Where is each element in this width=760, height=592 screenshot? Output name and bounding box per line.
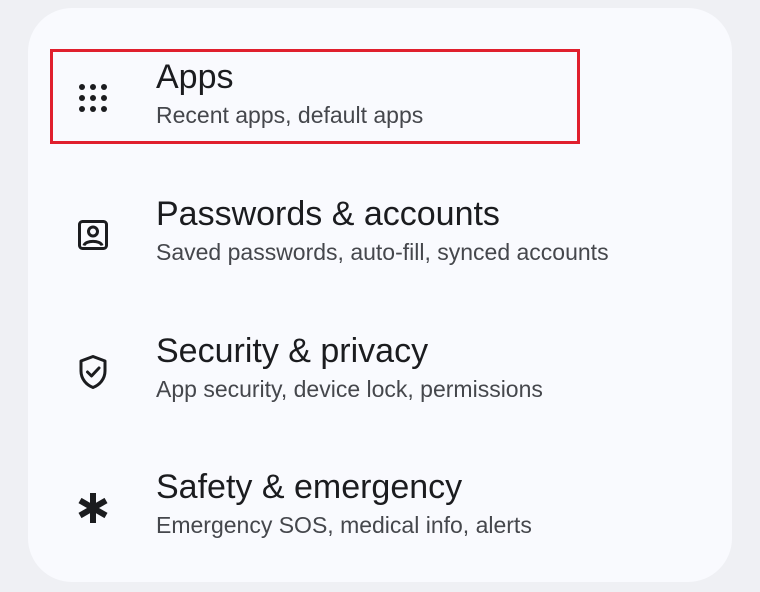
settings-item-title: Security & privacy: [156, 332, 429, 370]
apps-grid-icon: [76, 38, 110, 158]
settings-item-title: Safety & emergency: [156, 468, 463, 506]
settings-item-subtitle: App security, device lock, permissions: [156, 376, 543, 402]
settings-item-security-privacy[interactable]: Security & privacy App security, device …: [50, 312, 710, 432]
settings-item-subtitle: Saved passwords, auto-fill, synced accou…: [156, 239, 609, 265]
settings-item-safety-emergency[interactable]: Safety & emergency Emergency SOS, medica…: [50, 448, 710, 568]
settings-item-title: Apps: [156, 58, 234, 96]
settings-item-subtitle: Recent apps, default apps: [156, 102, 424, 128]
account-box-icon: [76, 175, 110, 295]
settings-item-title: Passwords & accounts: [156, 195, 500, 233]
settings-item-apps[interactable]: Apps Recent apps, default apps: [50, 38, 710, 158]
settings-card: Apps Recent apps, default apps Passwords…: [28, 8, 732, 582]
asterisk-icon: [76, 448, 110, 568]
shield-check-icon: [76, 312, 110, 432]
settings-item-passwords-accounts[interactable]: Passwords & accounts Saved passwords, au…: [50, 175, 710, 295]
settings-item-subtitle: Emergency SOS, medical info, alerts: [156, 512, 532, 538]
